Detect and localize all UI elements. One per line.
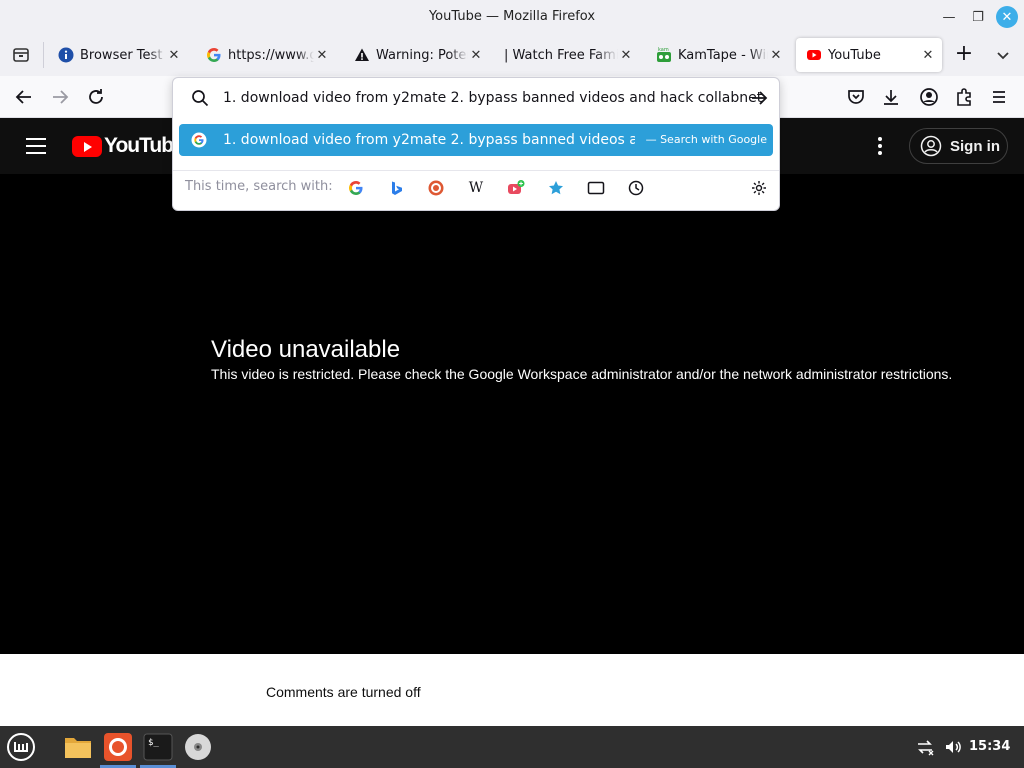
tab-strip: Browser Test Page ✕ https://www.google.c… xyxy=(0,34,1024,76)
network-disconnected-icon[interactable] xyxy=(910,730,940,764)
video-unavailable-message: This video is restricted. Please check t… xyxy=(211,366,953,382)
terminal-icon[interactable]: $_ xyxy=(140,730,176,768)
settings-more-button[interactable] xyxy=(870,136,890,156)
tab-label: YouTube xyxy=(828,47,881,63)
youtube-play-icon xyxy=(72,135,102,157)
minimize-button[interactable]: — xyxy=(938,6,960,28)
tab-kamtape[interactable]: kam KamTape - Window ✕ xyxy=(646,38,790,72)
tab-close-button[interactable]: ✕ xyxy=(618,48,634,63)
svg-text:$_: $_ xyxy=(148,738,159,748)
sign-in-button[interactable]: Sign in xyxy=(909,128,1008,164)
tab-label: https://www.google.com xyxy=(228,47,314,63)
info-icon xyxy=(58,47,74,63)
disc-icon[interactable] xyxy=(180,730,216,764)
comments-status: Comments are turned off xyxy=(266,684,421,700)
arrow-right-icon xyxy=(53,90,69,104)
tab-close-button[interactable]: ✕ xyxy=(920,48,936,63)
firefox-view-icon xyxy=(13,48,29,62)
video-player[interactable] xyxy=(0,174,1024,654)
tab-browser-test[interactable]: Browser Test Page ✕ xyxy=(48,38,188,72)
tab-label: KamTape - Window xyxy=(678,47,768,63)
settings-icon[interactable] xyxy=(750,179,768,197)
tabs-icon[interactable] xyxy=(587,179,605,197)
wikipedia-icon[interactable]: W xyxy=(467,179,485,197)
tab-label: Browser Test Page xyxy=(80,47,166,63)
one-off-label: This time, search with: xyxy=(185,179,333,194)
one-off-search-row: This time, search with: W xyxy=(173,170,779,204)
new-tab-button[interactable]: + xyxy=(952,43,976,65)
guide-menu-button[interactable] xyxy=(26,138,46,154)
firefox-icon[interactable] xyxy=(100,730,136,768)
urlbar-dropdown: 1. download video from y2mate 2. bypass … xyxy=(172,77,780,211)
pocket-icon xyxy=(848,90,864,104)
list-all-tabs-button[interactable] xyxy=(993,45,1013,65)
tab-close-button[interactable]: ✕ xyxy=(166,48,182,63)
history-icon[interactable] xyxy=(627,179,645,197)
google-icon[interactable] xyxy=(347,179,365,197)
video-unavailable-title: Video unavailable xyxy=(211,336,401,363)
youtube-icon xyxy=(806,47,822,63)
bing-icon[interactable] xyxy=(387,179,405,197)
account-button[interactable] xyxy=(918,86,940,108)
warning-icon xyxy=(354,47,370,63)
google-icon xyxy=(206,47,222,63)
suggestion-text: 1. download video from y2mate 2. bypass … xyxy=(223,132,635,148)
youtube-logo[interactable]: YouTube xyxy=(72,134,185,158)
chevron-down-icon xyxy=(997,52,1009,60)
download-icon xyxy=(884,90,898,105)
duckduckgo-icon[interactable] xyxy=(427,179,445,197)
forward-button[interactable] xyxy=(49,86,71,108)
tab-label: | Watch Free Family xyxy=(504,47,618,63)
arrow-left-icon xyxy=(15,90,31,104)
downloads-button[interactable] xyxy=(880,86,902,108)
tab-separator xyxy=(43,42,44,68)
kamtape-icon: kam xyxy=(656,47,672,63)
mint-menu-icon[interactable] xyxy=(3,730,39,764)
bookmarks-icon[interactable] xyxy=(547,179,565,197)
volume-icon[interactable] xyxy=(938,730,968,764)
menu-button[interactable] xyxy=(988,86,1010,108)
tab-close-button[interactable]: ✕ xyxy=(468,48,484,63)
urlbar-input[interactable]: 1. download video from y2mate 2. bypass … xyxy=(173,78,779,118)
search-suggestion-row[interactable]: 1. download video from y2mate 2. bypass … xyxy=(179,124,773,156)
pocket-button[interactable] xyxy=(845,86,867,108)
reload-button[interactable] xyxy=(85,86,107,108)
extensions-button[interactable] xyxy=(953,86,975,108)
tab-warning[interactable]: Warning: Potential Security Risk ✕ xyxy=(344,38,490,72)
sign-in-label: Sign in xyxy=(950,137,1000,155)
urlbar-text[interactable]: 1. download video from y2mate 2. bypass … xyxy=(223,78,762,118)
back-button[interactable] xyxy=(13,86,35,108)
hamburger-menu-icon xyxy=(993,91,1005,103)
account-icon xyxy=(920,88,938,106)
window-titlebar: YouTube — Mozilla Firefox — ❐ ✕ xyxy=(0,0,1024,34)
youtube-add-icon[interactable] xyxy=(507,179,525,197)
tab-google[interactable]: https://www.google.com ✕ xyxy=(196,38,336,72)
window-title: YouTube — Mozilla Firefox xyxy=(428,9,596,24)
maximize-button[interactable]: ❐ xyxy=(967,6,989,28)
account-circle-icon xyxy=(920,135,942,157)
reload-icon xyxy=(89,89,103,104)
google-icon xyxy=(191,132,207,148)
firefox-view-button[interactable] xyxy=(8,41,34,69)
system-taskbar: $_ 15:34 xyxy=(0,726,1024,768)
puzzle-icon xyxy=(957,88,971,106)
go-arrow-icon[interactable] xyxy=(749,88,769,108)
files-icon[interactable] xyxy=(60,730,96,764)
search-icon xyxy=(192,90,209,107)
tab-close-button[interactable]: ✕ xyxy=(768,48,784,63)
tab-watch-free-family[interactable]: | Watch Free Family ✕ xyxy=(496,38,640,72)
tab-close-button[interactable]: ✕ xyxy=(314,48,330,63)
close-window-button[interactable]: ✕ xyxy=(996,6,1018,28)
clock[interactable]: 15:34 xyxy=(969,726,1010,768)
suggestion-action-label: — Search with Google xyxy=(645,133,767,146)
tab-label: Warning: Potential Security Risk xyxy=(376,47,468,63)
tab-youtube[interactable]: YouTube ✕ xyxy=(796,38,942,72)
svg-text:kam: kam xyxy=(658,47,669,53)
